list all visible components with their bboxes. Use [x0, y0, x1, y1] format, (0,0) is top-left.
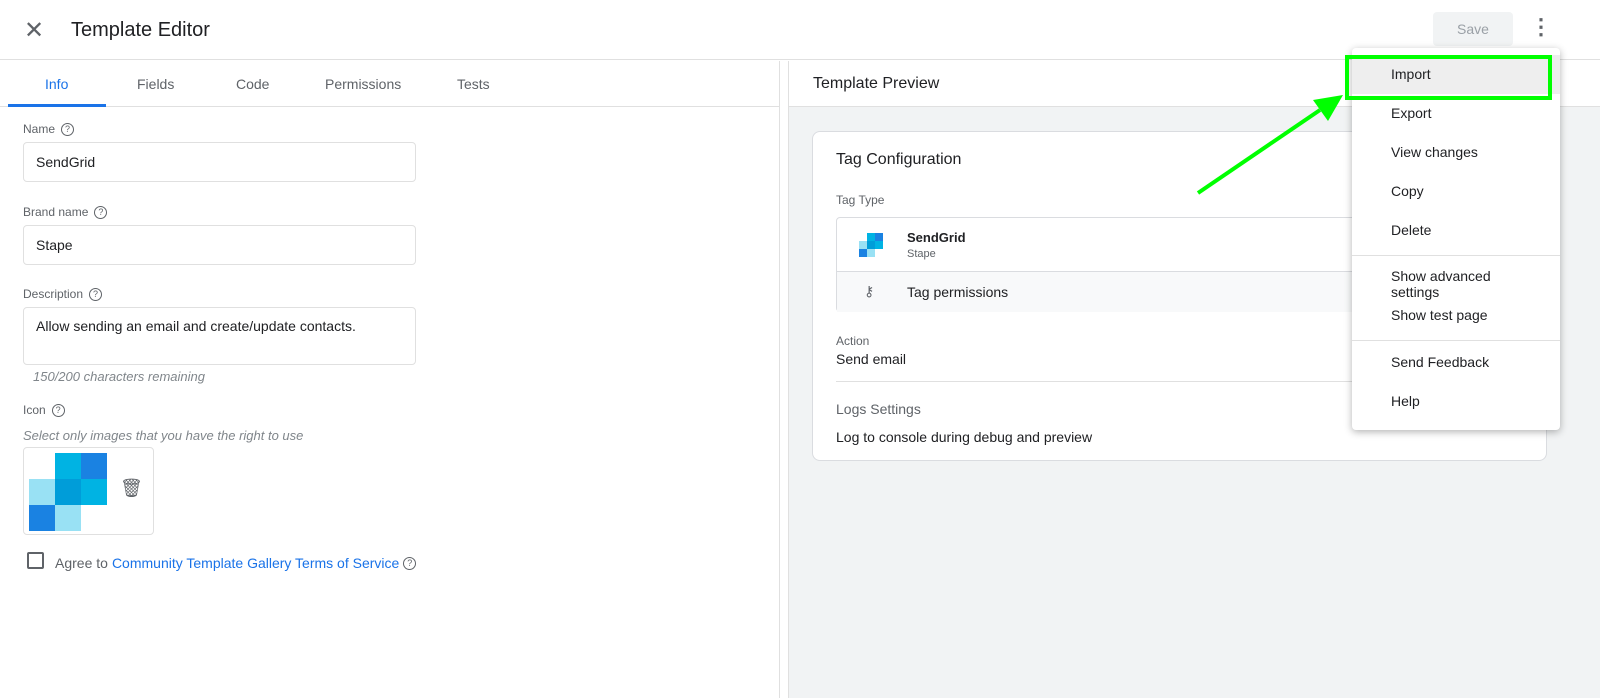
arrow-shaft	[1196, 108, 1322, 195]
annotation-arrow	[1196, 95, 1343, 195]
arrow-head	[1313, 95, 1343, 121]
